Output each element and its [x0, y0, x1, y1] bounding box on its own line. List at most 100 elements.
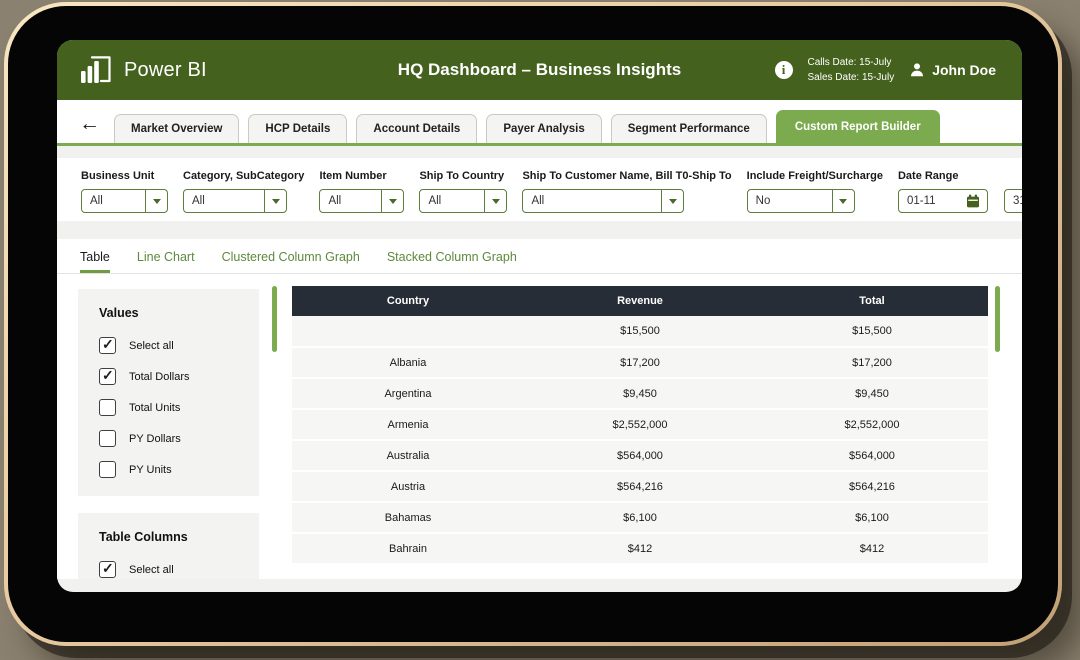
checkbox[interactable] [99, 399, 116, 416]
table-row: Albania $17,200 $17,200 [292, 347, 988, 378]
table-row: Argentina $9,450 $9,450 [292, 378, 988, 409]
page-title: HQ Dashboard – Business Insights [398, 60, 681, 80]
date-start-value: 01-11 [907, 195, 936, 207]
filter-dropdown[interactable]: All [522, 189, 684, 213]
table-cell-total: $2,552,000 [756, 409, 988, 440]
table-cell-country: Australia [292, 440, 524, 471]
chevron-down-icon [389, 199, 397, 204]
scrollbar-left[interactable] [272, 286, 277, 352]
table-columns-panel: Table Columns Select all [78, 513, 259, 579]
powerbi-logo-icon [79, 55, 113, 85]
info-icon[interactable]: i [775, 61, 793, 79]
filter-dropdown[interactable]: No [747, 189, 855, 213]
table-cell-country: Bahrain [292, 533, 524, 564]
date-input-end[interactable]: 31-10 [1004, 189, 1022, 213]
view-tab[interactable]: Clustered Column Graph [222, 250, 360, 273]
filter-group: Include Freight/Surcharge No [747, 170, 883, 213]
checkbox-row[interactable]: Total Units [99, 399, 247, 416]
table-cell-revenue: $412 [524, 533, 756, 564]
filter-group: Business Unit All [81, 170, 168, 213]
filter-label: Ship To Customer Name, Bill T0-Ship To [522, 170, 731, 182]
table-cell-total: $17,200 [756, 347, 988, 378]
nav-tab[interactable]: Segment Performance [611, 114, 767, 143]
nav-tab[interactable]: HCP Details [248, 114, 347, 143]
checkbox-row[interactable]: Select all [99, 337, 247, 354]
filter-dropdown[interactable]: All [419, 189, 507, 213]
nav-tab[interactable]: Payer Analysis [486, 114, 601, 143]
calls-date: Calls Date: 15-July [808, 55, 895, 71]
checkbox[interactable] [99, 368, 116, 385]
table-cell-revenue: $6,100 [524, 502, 756, 533]
table-row: Bahrain $412 $412 [292, 533, 988, 564]
filter-panel: Business Unit All Category, SubCategory … [57, 158, 1022, 221]
table-row: Australia $564,000 $564,000 [292, 440, 988, 471]
header-right: i Calls Date: 15-July Sales Date: 15-Jul… [775, 55, 1023, 86]
user-menu[interactable]: John Doe [909, 62, 996, 78]
checkbox[interactable] [99, 430, 116, 447]
sales-date: Sales Date: 15-July [808, 70, 895, 86]
table-cell-total: $15,500 [756, 316, 988, 347]
column-header: Total [756, 286, 988, 316]
table-cell-revenue: $2,552,000 [524, 409, 756, 440]
values-panel: Values Select all Total Dollars Total Un… [78, 289, 259, 496]
dropdown-caret-box [661, 190, 683, 212]
table-cell-revenue: $564,000 [524, 440, 756, 471]
table-cell-total: $9,450 [756, 378, 988, 409]
table-row: Armenia $2,552,000 $2,552,000 [292, 409, 988, 440]
column-header: Revenue [524, 286, 756, 316]
brand: Power BI [57, 55, 207, 85]
checkbox[interactable] [99, 337, 116, 354]
nav-tab-bar: ← Market Overview HCP Details Account Deta… [57, 100, 1022, 146]
report-panel: Table Line Chart Clustered Column Graph Sta… [57, 239, 1022, 579]
table-cell-country: Bahamas [292, 502, 524, 533]
filter-group: Item Number All [319, 170, 404, 213]
table-cell-country: Albania [292, 347, 524, 378]
dropdown-value: No [748, 195, 832, 207]
filter-dropdown[interactable]: All [81, 189, 168, 213]
dropdown-value: All [523, 195, 661, 207]
calendar-icon [966, 194, 980, 208]
user-name: John Doe [932, 62, 996, 78]
back-button[interactable]: ← [79, 113, 100, 134]
view-tab[interactable]: Line Chart [137, 250, 195, 273]
nav-tab[interactable]: Market Overview [114, 114, 239, 143]
nav-tab[interactable]: Account Details [356, 114, 477, 143]
checkbox-label: PY Dollars [129, 433, 181, 445]
filter-dropdown[interactable]: All [183, 189, 287, 213]
dropdown-caret-box [264, 190, 286, 212]
filter-group: Category, SubCategory All [183, 170, 304, 213]
brand-name: Power BI [124, 59, 207, 82]
table-cell-country: Armenia [292, 409, 524, 440]
view-tab[interactable]: Table [80, 250, 110, 273]
checkbox-row[interactable]: PY Units [99, 461, 247, 478]
back-arrow-icon: ← [79, 112, 100, 135]
chevron-down-icon [839, 199, 847, 204]
date-input-start[interactable]: 01-11 [898, 189, 988, 213]
date-status: Calls Date: 15-July Sales Date: 15-July [808, 55, 895, 86]
chevron-down-icon [669, 199, 677, 204]
checkbox[interactable] [99, 561, 116, 578]
table-cell-revenue: $9,450 [524, 378, 756, 409]
sidebar: Values Select all Total Dollars Total Un… [78, 289, 259, 579]
view-tab[interactable]: Stacked Column Graph [387, 250, 517, 273]
checkbox-label: PY Units [129, 464, 172, 476]
checkbox-label: Select all [129, 340, 174, 352]
table-cell-total: $564,216 [756, 471, 988, 502]
dropdown-caret-box [145, 190, 167, 212]
scrollbar-right[interactable] [995, 286, 1000, 352]
filter-label: Category, SubCategory [183, 170, 304, 182]
filter-group: Ship To Country All [419, 170, 507, 213]
nav-tab[interactable]: Custom Report Builder [776, 110, 940, 143]
checkbox[interactable] [99, 461, 116, 478]
checkbox-label: Total Dollars [129, 371, 190, 383]
table-row: Austria $564,216 $564,216 [292, 471, 988, 502]
table-row: Bahamas $6,100 $6,100 [292, 502, 988, 533]
checkbox-row[interactable]: Total Dollars [99, 368, 247, 385]
table-row: $15,500 $15,500 [292, 316, 988, 347]
filter-dropdown[interactable]: All [319, 189, 404, 213]
canvas: Power BI HQ Dashboard – Business Insight… [0, 0, 1080, 660]
checkbox-label: Total Units [129, 402, 180, 414]
checkbox-row[interactable]: PY Dollars [99, 430, 247, 447]
checkbox-row[interactable]: Select all [99, 561, 247, 578]
table-cell-country [292, 316, 524, 347]
